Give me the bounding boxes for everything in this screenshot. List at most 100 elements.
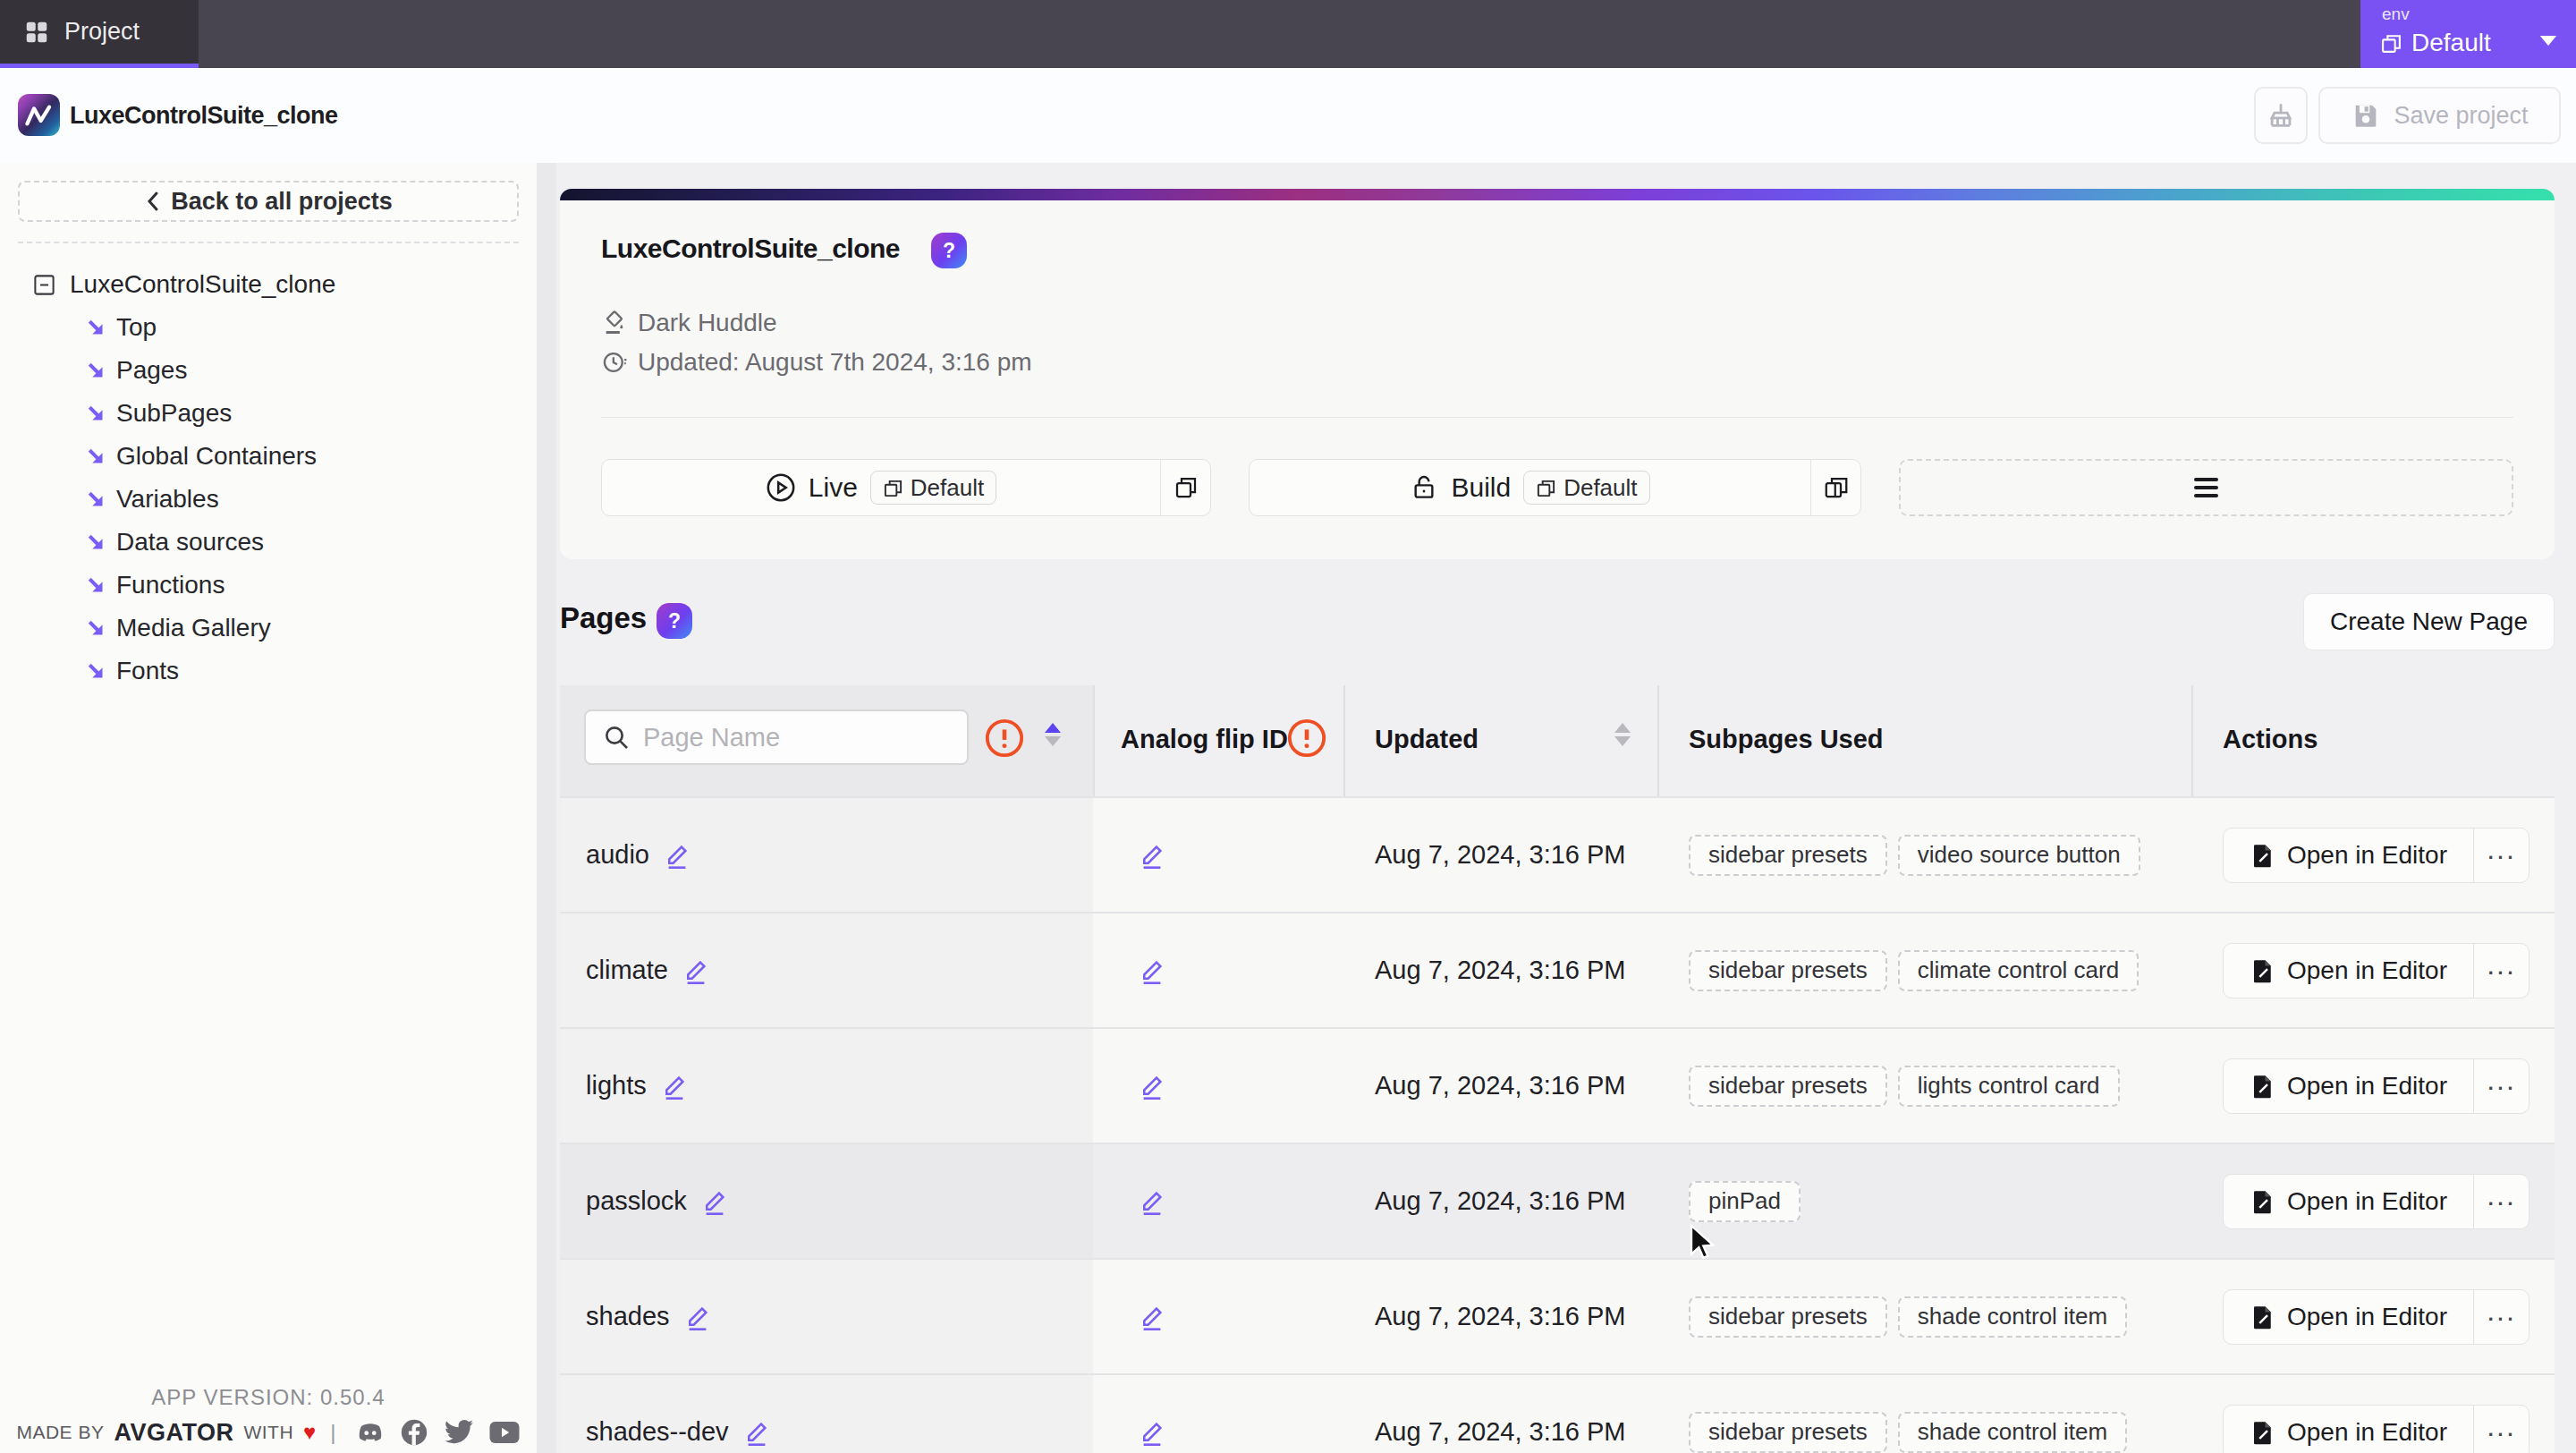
build-window-button[interactable] xyxy=(1810,460,1860,515)
page-name-search[interactable] xyxy=(584,710,969,765)
edit-pencil-icon[interactable] xyxy=(664,842,691,869)
sidebar-item-fonts[interactable]: Fonts xyxy=(85,650,317,693)
open-in-editor-button[interactable]: Open in Editor xyxy=(2224,1406,2473,1453)
edit-pencil-icon[interactable] xyxy=(684,1304,711,1330)
save-project-button[interactable]: Save project xyxy=(2318,87,2561,144)
subpages-cell: sidebar presets shade control item xyxy=(1689,1375,2127,1453)
tree-root-label: LuxeControlSuite_clone xyxy=(70,270,335,299)
edit-pencil-icon[interactable] xyxy=(682,957,709,984)
subpage-chip[interactable]: climate control card xyxy=(1898,950,2139,991)
edit-pencil-icon[interactable] xyxy=(701,1188,728,1215)
search-input[interactable] xyxy=(643,723,929,752)
app-version: APP VERSION: 0.50.4 xyxy=(0,1385,537,1410)
subpage-chip[interactable]: sidebar presets xyxy=(1689,950,1887,991)
edit-pencil-icon[interactable] xyxy=(1139,1304,1165,1330)
subpage-chip[interactable]: pinPad xyxy=(1689,1181,1801,1222)
env-selector[interactable]: env Default xyxy=(2360,0,2576,68)
subpage-chip[interactable]: sidebar presets xyxy=(1689,835,1887,876)
edit-pencil-icon[interactable] xyxy=(1139,957,1165,984)
back-to-projects-button[interactable]: Back to all projects xyxy=(18,181,519,222)
row-more-button[interactable]: ... xyxy=(2473,944,2529,998)
edit-pencil-icon[interactable] xyxy=(661,1073,688,1100)
avgator-logo xyxy=(18,94,60,136)
open-in-editor-button[interactable]: Open in Editor xyxy=(2224,1059,2473,1113)
open-in-editor-button[interactable]: Open in Editor xyxy=(2224,1175,2473,1228)
tree-arrow-icon xyxy=(85,617,106,639)
save-icon xyxy=(2351,100,2381,131)
copy-icon xyxy=(1173,474,1199,501)
sidebar-item-functions[interactable]: Functions xyxy=(85,564,317,607)
page-name-cell: climate xyxy=(586,913,709,1027)
tab-project[interactable]: Project xyxy=(0,0,199,68)
updated-text: Updated: August 7th 2024, 3:16 pm xyxy=(638,348,1032,377)
row-more-button[interactable]: ... xyxy=(2473,1406,2529,1453)
theme-row: Dark Huddle xyxy=(602,309,777,337)
with-label: WITH xyxy=(243,1422,293,1443)
subpage-chip[interactable]: shade control item xyxy=(1898,1412,2127,1453)
analog-flip-id-cell xyxy=(1139,1375,1165,1453)
sidebar-item-variables[interactable]: Variables xyxy=(85,478,317,521)
create-new-page-button[interactable]: Create New Page xyxy=(2303,593,2555,650)
sidebar-item-global-containers[interactable]: Global Containers xyxy=(85,435,317,478)
sidebar-main-divider xyxy=(537,163,556,1453)
live-copy-button[interactable] xyxy=(1160,460,1210,515)
live-button[interactable]: Live Default xyxy=(601,459,1211,516)
subpage-chip[interactable]: sidebar presets xyxy=(1689,1066,1887,1107)
edit-pencil-icon[interactable] xyxy=(1139,1073,1165,1100)
facebook-icon[interactable] xyxy=(399,1417,429,1448)
subpage-chip[interactable]: shade control item xyxy=(1898,1296,2127,1338)
tree-root[interactable]: LuxeControlSuite_clone xyxy=(32,265,335,304)
col-actions: Actions xyxy=(2223,725,2318,754)
row-more-button[interactable]: ... xyxy=(2473,1290,2529,1344)
open-in-editor-button[interactable]: Open in Editor xyxy=(2224,828,2473,882)
tree-arrow-icon xyxy=(85,446,106,467)
actions-cell: Open in Editor ... xyxy=(2223,1144,2529,1258)
updated-cell: Aug 7, 2024, 3:16 PM xyxy=(1375,1375,1626,1453)
sidebar-item-pages[interactable]: Pages xyxy=(85,349,317,392)
subpage-chip[interactable]: sidebar presets xyxy=(1689,1412,1887,1453)
pages-help-badge[interactable]: ? xyxy=(657,603,692,639)
build-button[interactable]: Build Default xyxy=(1249,459,1861,516)
env-squares-icon xyxy=(883,478,903,498)
editor-doc-icon xyxy=(2250,1073,2276,1100)
edit-pencil-icon[interactable] xyxy=(1139,842,1165,869)
sort-page-name[interactable] xyxy=(1045,723,1061,746)
row-more-button[interactable]: ... xyxy=(2473,1175,2529,1228)
actions-cell: Open in Editor ... xyxy=(2223,1375,2529,1453)
sidebar-item-subpages[interactable]: SubPages xyxy=(85,392,317,435)
help-badge[interactable]: ? xyxy=(931,233,967,268)
sort-updated[interactable] xyxy=(1614,723,1631,746)
subpage-chip[interactable]: sidebar presets xyxy=(1689,1296,1887,1338)
edit-pencil-icon[interactable] xyxy=(743,1419,770,1446)
cleanup-button[interactable] xyxy=(2254,87,2308,144)
lock-icon xyxy=(1410,473,1438,502)
tab-project-label: Project xyxy=(64,18,140,46)
page-name-cell: passlock xyxy=(586,1144,728,1258)
collapse-icon[interactable] xyxy=(32,273,56,297)
row-more-button[interactable]: ... xyxy=(2473,1059,2529,1113)
subpages-cell: sidebar presets climate control card xyxy=(1689,913,2139,1027)
updated-cell: Aug 7, 2024, 3:16 PM xyxy=(1375,798,1626,912)
sidebar-item-data-sources[interactable]: Data sources xyxy=(85,521,317,564)
theme-name: Dark Huddle xyxy=(638,309,777,337)
open-in-editor-button[interactable]: Open in Editor xyxy=(2224,944,2473,998)
twitter-icon[interactable] xyxy=(443,1418,475,1447)
sidebar-item-top[interactable]: Top xyxy=(85,306,317,349)
edit-pencil-icon[interactable] xyxy=(1139,1419,1165,1446)
more-options-button[interactable] xyxy=(1899,459,2513,516)
subpage-chip[interactable]: video source button xyxy=(1898,835,2140,876)
app-title: LuxeControlSuite_clone xyxy=(70,68,338,163)
open-in-editor-button[interactable]: Open in Editor xyxy=(2224,1290,2473,1344)
edit-pencil-icon[interactable] xyxy=(1139,1188,1165,1215)
pages-section-title: Pages xyxy=(560,601,647,635)
clock-icon xyxy=(602,350,627,375)
chevron-left-icon xyxy=(144,191,162,212)
youtube-icon[interactable] xyxy=(488,1418,521,1447)
sidebar-item-media-gallery[interactable]: Media Gallery xyxy=(85,607,317,650)
subpage-chip[interactable]: lights control card xyxy=(1898,1066,2120,1107)
alert-circle-icon xyxy=(984,718,1025,759)
analog-flip-id-cell xyxy=(1139,913,1165,1027)
table-row-audio: audio Aug 7, 2024, 3:16 PM sidebar prese… xyxy=(560,796,2555,912)
row-more-button[interactable]: ... xyxy=(2473,828,2529,882)
discord-icon[interactable] xyxy=(355,1417,386,1448)
